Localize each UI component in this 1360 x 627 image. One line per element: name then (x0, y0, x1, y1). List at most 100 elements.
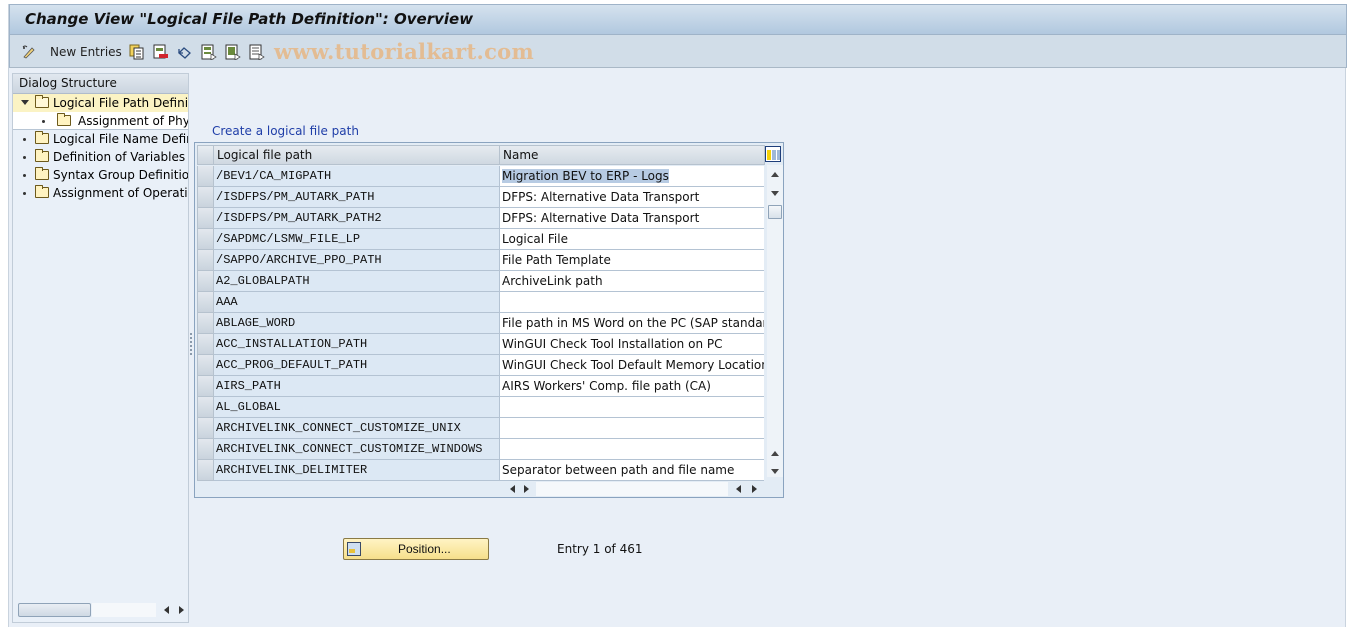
tree-item-assignment-operating-system[interactable]: Assignment of Operating System to Syntax… (13, 184, 188, 202)
cell-name[interactable]: WinGUI Check Tool Default Memory Locatio… (500, 355, 764, 376)
cell-name[interactable]: DFPS: Alternative Data Transport (500, 208, 764, 229)
cell-name[interactable] (500, 418, 764, 439)
tree-item-syntax-group-definition[interactable]: Syntax Group Definition (13, 166, 188, 184)
scroll-thumb[interactable] (768, 205, 782, 219)
select-all-icon (201, 44, 217, 61)
row-selector[interactable] (197, 355, 214, 376)
table-row[interactable]: AL_GLOBAL (195, 397, 765, 418)
row-selector[interactable] (197, 313, 214, 334)
expand-arrow-icon[interactable] (21, 100, 29, 105)
column-header-name[interactable]: Name (500, 145, 765, 165)
table-row[interactable]: ACC_PROG_DEFAULT_PATH WinGUI Check Tool D… (195, 355, 765, 376)
cell-name[interactable]: AIRS Workers' Comp. file path (CA) (500, 376, 764, 397)
select-all-button[interactable] (201, 43, 217, 61)
scroll-right-icon[interactable] (524, 485, 529, 493)
bullet-icon (23, 174, 26, 177)
row-selector[interactable] (197, 292, 214, 313)
horizontal-scrollbar[interactable] (500, 481, 766, 497)
table-header: Logical file path Name (195, 145, 783, 165)
cell-logical-file-path: /ISDFPS/PM_AUTARK_PATH2 (214, 208, 500, 229)
horizontal-scrollbar[interactable] (16, 602, 186, 618)
table-row[interactable]: ABLAGE_WORD File path in MS Word on the P… (195, 313, 765, 334)
row-selector[interactable] (197, 229, 214, 250)
table-row[interactable]: A2_GLOBALPATH ArchiveLink path (195, 271, 765, 292)
row-selector[interactable] (197, 439, 214, 460)
table-row[interactable]: AIRS_PATH AIRS Workers' Comp. file path (… (195, 376, 765, 397)
scroll-right-end-icon[interactable] (752, 485, 757, 493)
cell-name[interactable] (500, 439, 764, 460)
scroll-right-icon[interactable] (179, 606, 184, 614)
row-selector[interactable] (197, 166, 214, 187)
table-row[interactable]: ARCHIVELINK_DELIMITER Separator between p… (195, 460, 765, 481)
table-row[interactable]: ACC_INSTALLATION_PATH WinGUI Check Tool I… (195, 334, 765, 355)
table-row[interactable]: AAA (195, 292, 765, 313)
undo-change-button[interactable] (177, 43, 193, 61)
bullet-icon (23, 138, 26, 141)
row-selector[interactable] (197, 334, 214, 355)
table-control: Logical file path Name /BEV1/CA_MIGPATH M… (194, 142, 784, 498)
cell-logical-file-path: A2_GLOBALPATH (214, 271, 500, 292)
table-row[interactable]: ARCHIVELINK_CONNECT_CUSTOMIZE_UNIX (195, 418, 765, 439)
pencil-glasses-icon (21, 44, 37, 60)
copy-icon (129, 44, 145, 60)
open-folder-icon (35, 95, 49, 108)
scroll-track[interactable] (92, 603, 156, 617)
table-settings-icon[interactable] (765, 146, 781, 162)
delete-button[interactable] (153, 43, 169, 61)
cell-name[interactable]: Migration BEV to ERP - Logs (500, 166, 764, 187)
table-row[interactable]: /ISDFPS/PM_AUTARK_PATH DFPS: Alternative … (195, 187, 765, 208)
cell-logical-file-path: /ISDFPS/PM_AUTARK_PATH (214, 187, 500, 208)
tree-item-assignment-physical-paths[interactable]: Assignment of Physical Paths to Logical … (13, 112, 188, 130)
tree-item-label: Assignment of Physical Paths to Logical … (78, 114, 188, 128)
table-row[interactable]: ARCHIVELINK_CONNECT_CUSTOMIZE_WINDOWS (195, 439, 765, 460)
table-row[interactable]: /BEV1/CA_MIGPATH Migration BEV to ERP - L… (195, 166, 765, 187)
row-selector[interactable] (197, 208, 214, 229)
new-entries-label: New Entries (50, 45, 122, 59)
folder-icon (35, 167, 49, 180)
row-selector[interactable] (197, 271, 214, 292)
table-row[interactable]: /SAPDMC/LSMW_FILE_LP Logical File (195, 229, 765, 250)
scroll-left-icon[interactable] (510, 485, 515, 493)
scroll-left-icon[interactable] (164, 606, 169, 614)
cell-name[interactable]: Separator between path and file name (500, 460, 764, 481)
page-down-icon[interactable] (771, 469, 779, 474)
row-selector[interactable] (197, 376, 214, 397)
folder-icon (35, 185, 49, 198)
row-selector[interactable] (197, 397, 214, 418)
scroll-left-end-icon[interactable] (736, 485, 741, 493)
deselect-all-button[interactable] (249, 43, 265, 61)
table-row[interactable]: /ISDFPS/PM_AUTARK_PATH2 DFPS: Alternative… (195, 208, 765, 229)
position-button[interactable]: Position... (343, 538, 489, 560)
select-all-rows-button[interactable] (197, 145, 214, 165)
cell-name[interactable]: File path in MS Word on the PC (SAP stan… (500, 313, 764, 334)
display-change-button[interactable] (21, 43, 37, 61)
vertical-scrollbar[interactable] (767, 165, 783, 477)
table-row[interactable]: /SAPPO/ARCHIVE_PPO_PATH File Path Templat… (195, 250, 765, 271)
cell-name[interactable]: WinGUI Check Tool Installation on PC (500, 334, 764, 355)
scroll-thumb[interactable] (18, 603, 91, 617)
cell-name[interactable]: File Path Template (500, 250, 764, 271)
column-header-logical-file-path[interactable]: Logical file path (214, 145, 500, 165)
panel-splitter[interactable] (190, 333, 193, 355)
cell-name[interactable]: DFPS: Alternative Data Transport (500, 187, 764, 208)
row-selector[interactable] (197, 418, 214, 439)
select-block-button[interactable] (225, 43, 241, 61)
tree-item-logical-file-path-definition[interactable]: Logical File Path Definition (13, 94, 188, 112)
tree-item-definition-of-variables[interactable]: Definition of Variables (13, 148, 188, 166)
scroll-up-icon[interactable] (771, 172, 779, 177)
row-selector[interactable] (197, 250, 214, 271)
cell-name[interactable]: ArchiveLink path (500, 271, 764, 292)
cell-name[interactable]: Logical File (500, 229, 764, 250)
position-button-label: Position... (398, 542, 451, 556)
copy-as-button[interactable] (129, 43, 145, 61)
tree-item-label: Logical File Name Definition, Cross-Clie… (53, 132, 188, 146)
tree-item-logical-file-name-definition[interactable]: Logical File Name Definition, Cross-Clie… (13, 130, 188, 148)
cell-name[interactable] (500, 292, 764, 313)
row-selector[interactable] (197, 187, 214, 208)
cell-name[interactable] (500, 397, 764, 418)
page-up-icon[interactable] (771, 451, 779, 456)
new-entries-button[interactable]: New Entries (46, 43, 122, 61)
row-selector[interactable] (197, 460, 214, 481)
scroll-down-icon[interactable] (771, 191, 779, 196)
scroll-track[interactable] (536, 482, 728, 496)
